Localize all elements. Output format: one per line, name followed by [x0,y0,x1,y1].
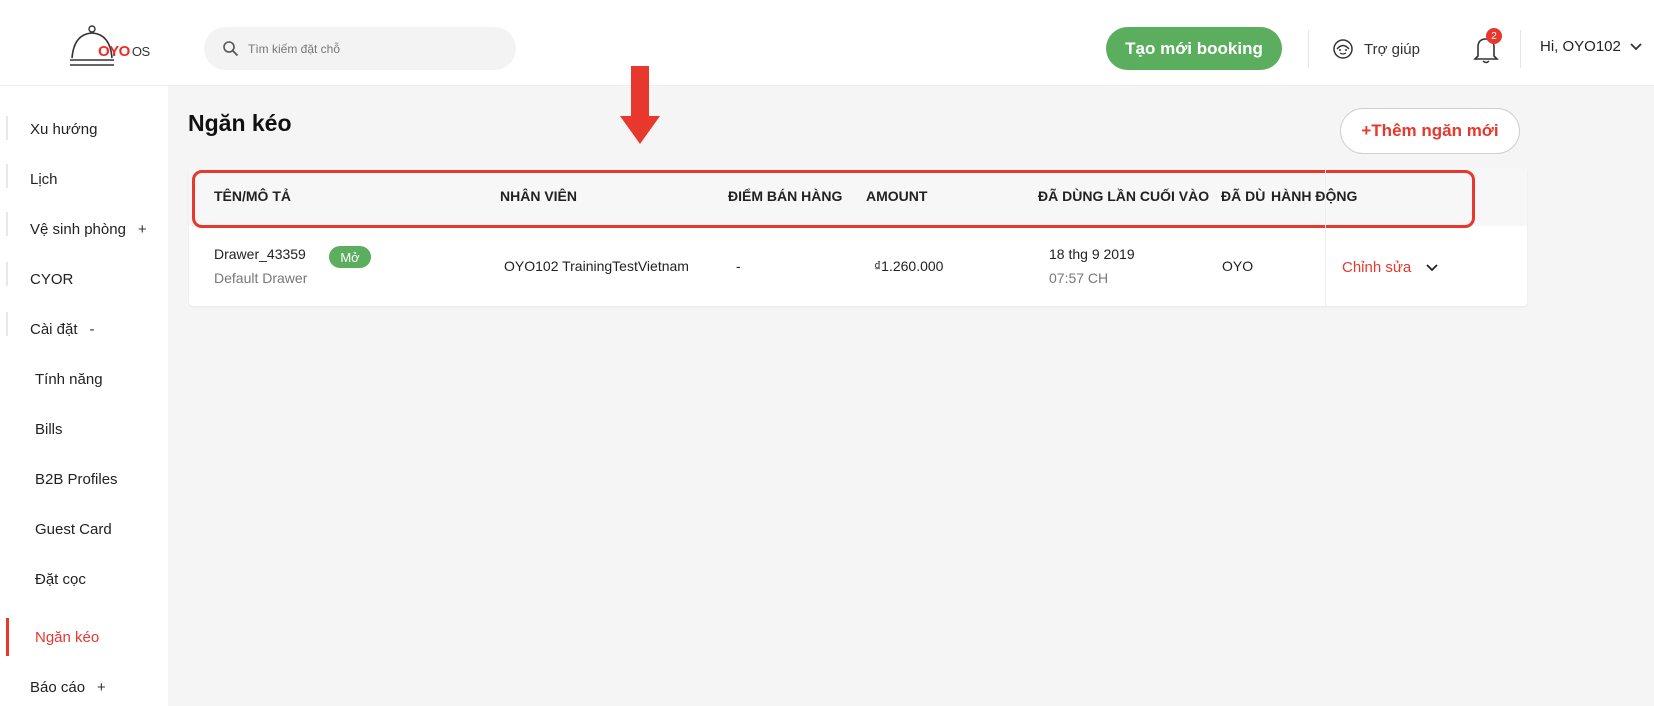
drawer-description: Default Drawer [214,270,308,286]
col-actions: HÀNH ĐỘNG [1271,188,1358,204]
sidebar-item-cyor[interactable]: CYOR [30,268,73,290]
edit-link[interactable]: Chỉnh sửa [1342,259,1411,276]
search-icon [223,41,239,57]
help-label: Trợ giúp [1364,40,1420,58]
sidebar-item-drawers[interactable]: Ngăn kéo [35,626,99,648]
drawer-amount: ₫1.260.000 [874,258,944,274]
active-indicator [6,618,9,656]
user-menu[interactable]: Hi, OYO102 [1540,38,1643,55]
action-column-divider [1325,168,1326,306]
status-badge: Mở [329,246,371,268]
top-header: OYOOS Tạo mới booking Trợ giúp 2 Hi, OYO… [0,0,1654,86]
drawer-name: Drawer_43359 [214,246,306,262]
col-amount: AMOUNT [866,188,928,204]
search-input[interactable] [248,37,498,61]
col-last-used: ĐÃ DÙNG LẦN CUỐI VÀO [1038,188,1210,204]
sidebar-item-settings[interactable]: Cài đặt - [30,318,95,340]
table-header: TÊN/MÔ TẢ NHÂN VIÊN ĐIỂM BÁN HÀNG AMOUNT… [189,168,1527,226]
logo-text: OYO OS [98,43,150,60]
header-divider [1520,30,1521,68]
sidebar-edge-mark [6,262,8,286]
page-title: Ngăn kéo [188,110,292,136]
sidebar-item-guest-card[interactable]: Guest Card [35,518,112,540]
support-agent-icon [1333,39,1353,59]
create-booking-button[interactable]: Tạo mới booking [1106,27,1282,70]
drawer-pos: - [736,258,741,274]
col-used-by: ĐÃ DÙ [1221,188,1266,204]
drawer-table: TÊN/MÔ TẢ NHÂN VIÊN ĐIỂM BÁN HÀNG AMOUNT… [189,168,1527,306]
search-bar[interactable] [204,27,516,70]
oyo-os-logo[interactable]: OYO OS [68,24,156,72]
sidebar-item-trends[interactable]: Xu hướng [30,118,97,140]
user-greeting: Hi, OYO102 [1540,38,1621,55]
drawer-used-by: OYO [1222,258,1254,274]
header-divider [1308,30,1309,68]
drawer-staff: OYO102 TrainingTestVietnam [504,258,689,274]
add-drawer-button[interactable]: +Thêm ngăn mới [1340,108,1520,154]
expand-toggle[interactable]: + [97,679,106,696]
last-used-date: 18 thg 9 2019 [1049,246,1135,262]
expand-toggle[interactable]: + [138,221,147,238]
col-staff: NHÂN VIÊN [500,188,578,204]
annotation-arrow-icon [620,66,660,144]
sidebar-edge-mark [6,312,8,336]
chevron-down-icon [1630,42,1642,50]
help-link[interactable]: Trợ giúp [1332,38,1420,60]
notification-badge: 2 [1486,28,1502,44]
chevron-down-icon[interactable] [1425,263,1439,273]
col-point-of-sale: ĐIỂM BÁN HÀNG [728,188,843,204]
main-content: Ngăn kéo +Thêm ngăn mới TÊN/MÔ TẢ NHÂN V… [168,66,1654,706]
sidebar-edge-mark [6,212,8,236]
sidebar-item-calendar[interactable]: Lịch [30,168,58,190]
sidebar-item-reports[interactable]: Báo cáo + [30,676,106,698]
sidebar-item-housekeeping[interactable]: Vệ sinh phòng + [30,218,147,240]
last-used-time: 07:57 CH [1049,270,1109,286]
sidebar-item-bills[interactable]: Bills [35,418,63,440]
edit-action-dropdown[interactable]: Chỉnh sửa [1342,259,1439,276]
collapse-toggle[interactable]: - [90,321,95,338]
sidebar: Xu hướng Lịch Vệ sinh phòng + CYOR Cài đặ… [6,86,168,706]
sidebar-item-b2b-profiles[interactable]: B2B Profiles [35,468,118,490]
sidebar-item-features[interactable]: Tính năng [35,368,103,390]
col-name-description: TÊN/MÔ TẢ [214,188,291,204]
sidebar-edge-mark [6,116,8,140]
sidebar-item-deposit[interactable]: Đặt cọc [35,568,86,590]
sidebar-edge-mark [6,164,8,188]
